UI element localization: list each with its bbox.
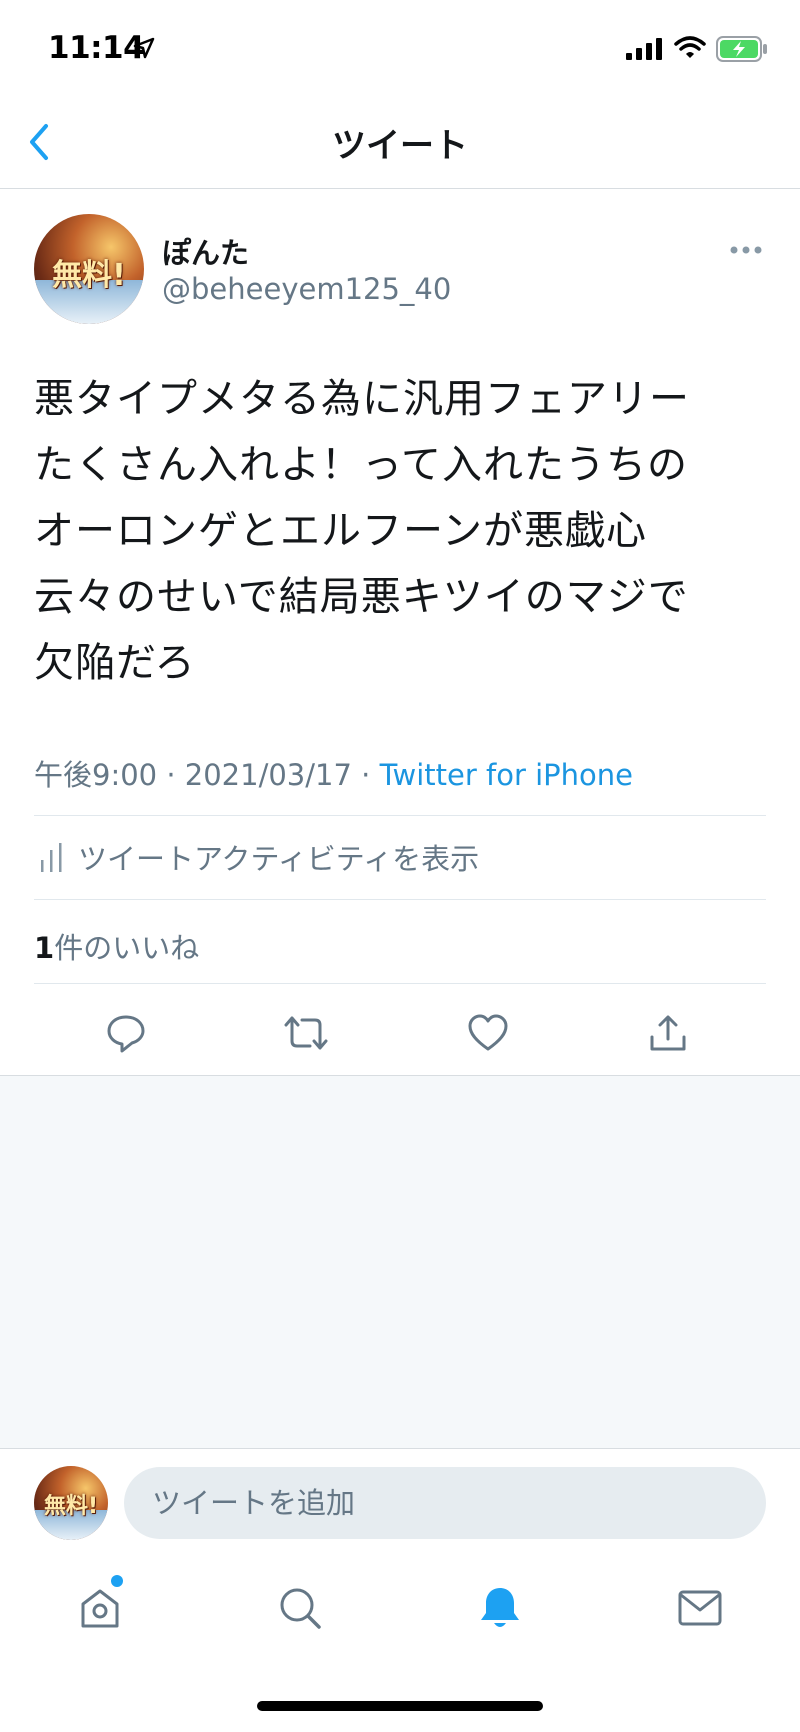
heart-icon[interactable] bbox=[464, 1009, 512, 1057]
cellular-signal-icon bbox=[626, 38, 664, 64]
tweet-time: 午後9:00 bbox=[34, 758, 158, 792]
status-time: 11:14 bbox=[48, 30, 145, 66]
tweet-text: 悪タイプメタる為に汎用フェアリー たくさん入れよ！って入れたうちの オーロンゲと… bbox=[34, 366, 774, 696]
my-avatar[interactable]: 無料! bbox=[34, 1466, 108, 1540]
home-icon[interactable] bbox=[72, 1580, 128, 1636]
replies-area bbox=[0, 1076, 800, 1448]
avatar[interactable]: 無料! bbox=[34, 214, 144, 324]
tweet-text-line: 欠陥だろ bbox=[34, 640, 196, 686]
divider bbox=[34, 815, 766, 816]
display-name[interactable]: ぽんた bbox=[162, 230, 249, 272]
share-icon[interactable] bbox=[644, 1009, 692, 1057]
tweet-text-line: たくさん入れよ！って入れたうちの bbox=[34, 442, 688, 488]
view-tweet-activity-link[interactable]: ツイートアクティビティを表示 bbox=[78, 836, 479, 878]
page-title: ツイート bbox=[332, 126, 468, 166]
new-content-dot bbox=[111, 1575, 123, 1587]
tweet-meta: 午後9:00 · 2021/03/17 · Twitter for iPhone bbox=[34, 752, 633, 794]
retweet-icon[interactable] bbox=[282, 1009, 330, 1057]
home-indicator[interactable] bbox=[257, 1701, 543, 1711]
meta-separator: · bbox=[361, 758, 371, 792]
mail-icon[interactable] bbox=[672, 1580, 728, 1636]
divider bbox=[0, 1448, 800, 1449]
bar-chart-icon bbox=[40, 840, 64, 878]
avatar-logo: 無料! bbox=[43, 1494, 99, 1519]
divider bbox=[34, 983, 766, 984]
user-handle[interactable]: @beheeyem125_40 bbox=[162, 272, 451, 306]
divider bbox=[34, 899, 766, 900]
tweet-text-line: オーロンゲとエルフーンが悪戯心 bbox=[34, 508, 647, 554]
avatar-logo: 無料! bbox=[52, 258, 126, 293]
tweet-text-line: 云々のせいで結局悪キツイのマジで bbox=[34, 574, 689, 620]
bell-icon[interactable] bbox=[472, 1580, 528, 1636]
meta-separator: · bbox=[166, 758, 176, 792]
tweet-source-link[interactable]: Twitter for iPhone bbox=[380, 758, 633, 792]
location-arrow-icon bbox=[133, 37, 155, 63]
tweet-date: 2021/03/17 bbox=[184, 758, 352, 792]
wifi-icon bbox=[674, 36, 706, 64]
likes-count: 1 bbox=[34, 931, 55, 965]
likes-label: 件のいいね bbox=[54, 931, 200, 965]
battery-charging-icon bbox=[716, 36, 768, 66]
reply-icon[interactable] bbox=[102, 1009, 150, 1057]
reply-input[interactable]: ツイートを追加 bbox=[124, 1467, 766, 1539]
search-icon[interactable] bbox=[272, 1580, 328, 1636]
likes-summary[interactable]: 1件のいいね bbox=[34, 925, 199, 967]
more-horizontal-icon[interactable] bbox=[730, 240, 762, 259]
tweet-text-line: 悪タイプメタる為に汎用フェアリー bbox=[34, 376, 690, 422]
